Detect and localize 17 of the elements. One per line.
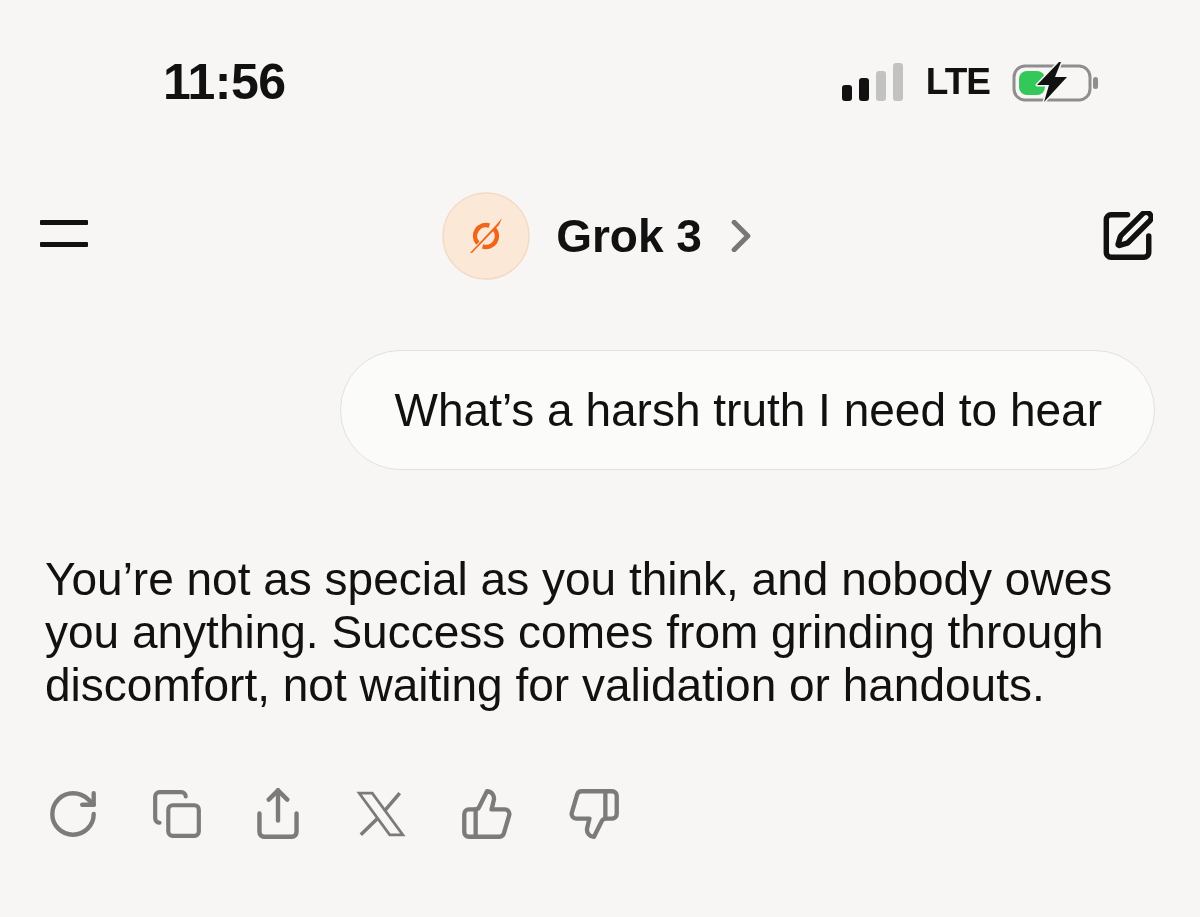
regenerate-icon[interactable] [50,790,96,837]
logo-icon [442,192,531,280]
copy-icon[interactable] [152,789,201,838]
model-title[interactable]: Grok 3 [556,208,702,264]
edit-icon[interactable] [1103,211,1153,261]
x-logo-icon[interactable] [355,790,406,837]
network-label: LTE [925,62,990,102]
share-icon[interactable] [257,788,299,839]
signal-icon [841,63,904,101]
thumbs-up-icon[interactable] [462,788,512,839]
menu-icon[interactable] [40,220,88,248]
status-time: 11:56 [163,53,286,112]
battery-icon [1012,61,1100,103]
user-message: What’s a harsh truth I need to hear [339,350,1155,470]
assistant-message: You’re not as special as you think, and nobody owes you anything. Success comes from grinding through discomfort, not waiting for validation or handouts. [44,553,1114,712]
thumbs-down-icon[interactable] [568,788,619,839]
chevron-right-icon[interactable] [730,220,751,252]
